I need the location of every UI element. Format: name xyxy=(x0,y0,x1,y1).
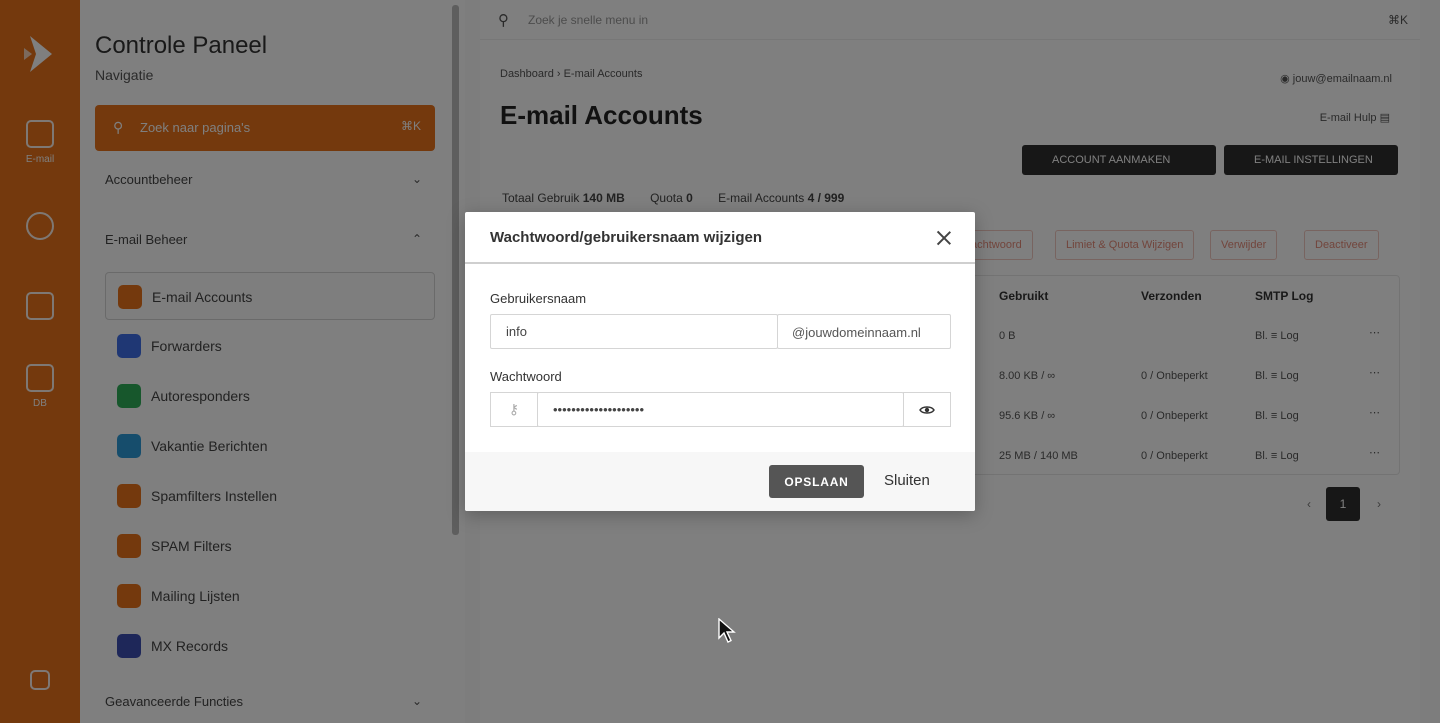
dialog-title: Wachtwoord/gebruikersnaam wijzigen xyxy=(490,229,762,246)
change-password-dialog: Wachtwoord/gebruikersnaam wijzigen Gebru… xyxy=(465,212,975,511)
show-password-button[interactable] xyxy=(903,392,951,427)
password-label: Wachtwoord xyxy=(490,369,562,384)
username-field-wrapper xyxy=(490,314,778,349)
eye-icon xyxy=(919,406,935,414)
username-label: Gebruikersnaam xyxy=(490,291,587,306)
dialog-header: Wachtwoord/gebruikersnaam wijzigen xyxy=(465,212,975,264)
password-field-wrapper xyxy=(537,392,904,427)
mouse-cursor-icon xyxy=(718,618,736,643)
close-icon[interactable] xyxy=(933,227,955,249)
dialog-footer: OPSLAAN Sluiten xyxy=(465,452,975,511)
save-button[interactable]: OPSLAAN xyxy=(769,465,864,498)
username-input[interactable] xyxy=(491,315,777,348)
close-button[interactable]: Sluiten xyxy=(884,472,930,489)
password-input[interactable] xyxy=(538,393,903,426)
domain-suffix: @jouwdomeinnaam.nl xyxy=(777,314,951,349)
key-icon: ⚷ xyxy=(490,392,538,427)
